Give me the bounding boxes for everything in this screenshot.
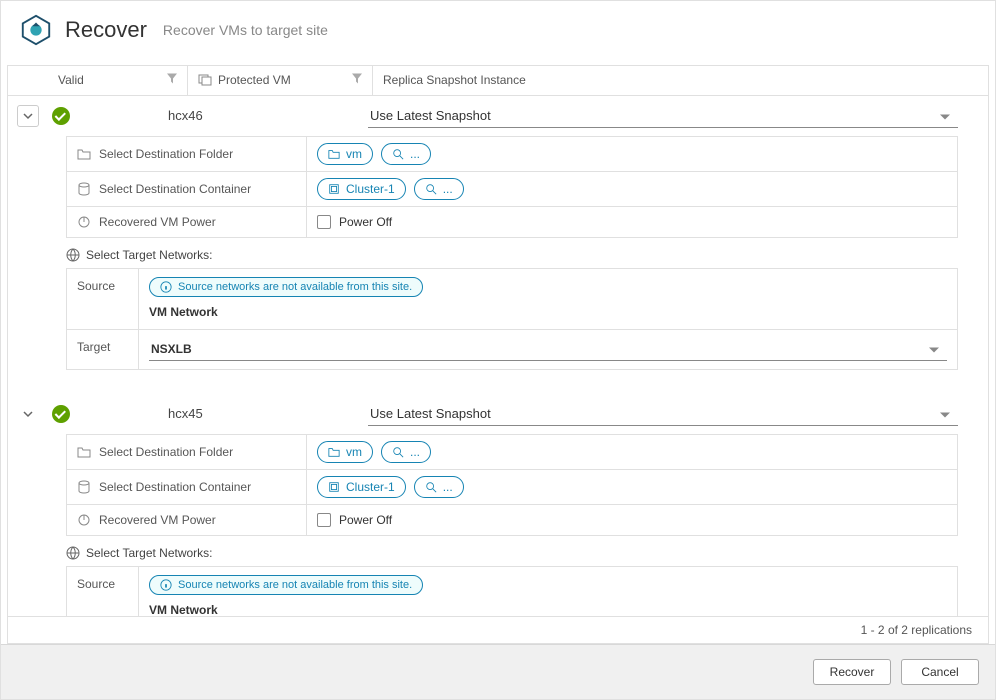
folder-icon	[77, 147, 91, 161]
snapshot-select[interactable]: Use Latest Snapshot	[368, 402, 958, 426]
source-unavailable-pill: Source networks are not available from t…	[149, 575, 423, 595]
network-source-label: Source	[67, 269, 139, 329]
column-protected-vm[interactable]: Protected VM	[188, 66, 373, 95]
dialog-title: Recover	[65, 17, 147, 43]
snapshot-select[interactable]: Use Latest Snapshot	[368, 104, 958, 128]
search-folder-button[interactable]: ...	[381, 143, 431, 165]
source-network-value: VM Network	[149, 601, 947, 616]
column-snapshot: Replica Snapshot Instance	[373, 66, 988, 95]
power-icon	[77, 513, 91, 527]
body: Valid Protected VM Replica Snapshot Inst…	[7, 65, 989, 644]
datastore-icon	[77, 480, 91, 494]
vm-header-row: hcx46 Use Latest Snapshot	[8, 96, 988, 136]
networks-subheader: Select Target Networks:	[66, 546, 978, 560]
cancel-button[interactable]: Cancel	[901, 659, 979, 685]
vm-section: hcx46 Use Latest Snapshot Select Destina…	[8, 96, 988, 370]
folder-pill[interactable]: vm	[317, 143, 373, 165]
search-container-button[interactable]: ...	[414, 178, 464, 200]
search-container-button[interactable]: ...	[414, 476, 464, 498]
recover-icon	[19, 13, 53, 47]
vm-header-row: hcx45 Use Latest Snapshot	[8, 394, 988, 434]
vm-section: hcx45 Use Latest Snapshot Select Destina…	[8, 394, 988, 616]
power-off-label: Power Off	[339, 513, 392, 527]
replication-count: 1 - 2 of 2 replications	[8, 616, 988, 643]
search-folder-button[interactable]: ...	[381, 441, 431, 463]
vm-properties: Select Destination Folder vm ...	[66, 136, 958, 238]
power-off-checkbox[interactable]	[317, 215, 331, 229]
power-off-label: Power Off	[339, 215, 392, 229]
expand-toggle[interactable]	[17, 105, 39, 127]
column-header-row: Valid Protected VM Replica Snapshot Inst…	[8, 66, 988, 96]
dialog-footer: Recover Cancel	[1, 644, 995, 699]
folder-pill[interactable]: vm	[317, 441, 373, 463]
vm-properties: Select Destination Folder vm ...	[66, 434, 958, 536]
dialog-header: Recover Recover VMs to target site	[1, 1, 995, 65]
vm-list-scroll[interactable]: hcx46 Use Latest Snapshot Select Destina…	[8, 96, 988, 616]
globe-icon	[66, 248, 80, 262]
datastore-icon	[77, 182, 91, 196]
network-table: Source Source networks are not available…	[66, 566, 958, 616]
expand-toggle[interactable]	[17, 403, 39, 425]
target-network-select[interactable]: NSXLB	[149, 338, 947, 361]
recover-dialog: Recover Recover VMs to target site Valid…	[0, 0, 996, 700]
networks-subheader: Select Target Networks:	[66, 248, 978, 262]
filter-icon[interactable]	[167, 74, 177, 87]
dialog-subtitle: Recover VMs to target site	[163, 22, 328, 38]
container-pill[interactable]: Cluster-1	[317, 178, 406, 200]
power-icon	[77, 215, 91, 229]
vm-name: hcx46	[88, 108, 368, 123]
source-unavailable-pill: Source networks are not available from t…	[149, 277, 423, 297]
filter-icon[interactable]	[352, 74, 362, 87]
container-pill[interactable]: Cluster-1	[317, 476, 406, 498]
vm-icon	[198, 73, 212, 87]
source-network-value: VM Network	[149, 303, 947, 321]
network-target-label: Target	[67, 330, 139, 369]
vm-name: hcx45	[88, 406, 368, 421]
status-ok-icon	[52, 405, 70, 423]
power-off-checkbox[interactable]	[317, 513, 331, 527]
column-valid[interactable]: Valid	[48, 66, 188, 95]
folder-icon	[77, 445, 91, 459]
globe-icon	[66, 546, 80, 560]
network-source-label: Source	[67, 567, 139, 616]
recover-button[interactable]: Recover	[813, 659, 891, 685]
status-ok-icon	[52, 107, 70, 125]
network-table: Source Source networks are not available…	[66, 268, 958, 370]
